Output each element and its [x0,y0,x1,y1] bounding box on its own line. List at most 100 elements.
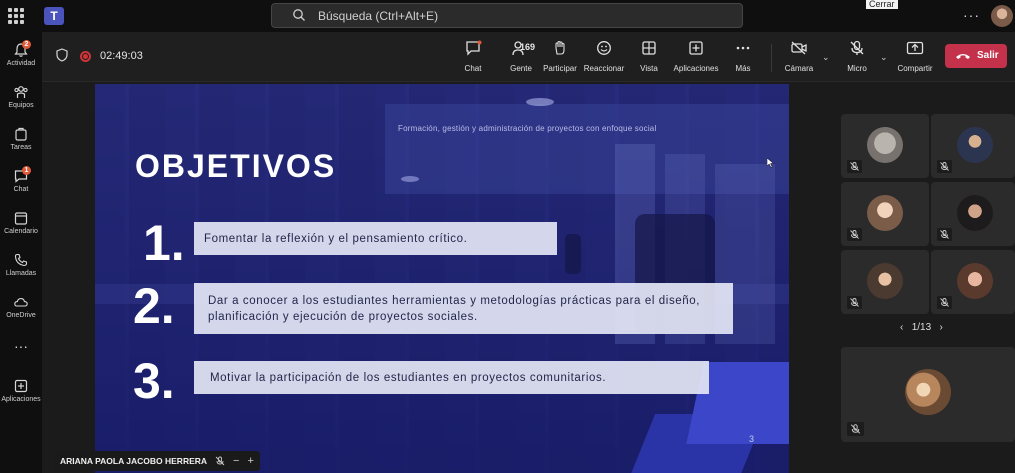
meeting-toolbar: 02:49:03 Chat 169 Gente Participar Reacc… [42,32,1015,82]
participant-tile[interactable] [931,182,1015,246]
rail-item-activity[interactable]: 2 Actividad [0,36,42,76]
objective-item: Dar a conocer a los estudiantes herramie… [194,283,733,334]
camera-off-icon [791,41,807,55]
avatar [957,263,993,299]
cloud-icon [14,298,28,307]
search-icon [293,9,305,21]
participant-tile-large[interactable] [841,347,1015,442]
leave-label: Salir [977,50,999,61]
search-placeholder: Búsqueda (Ctrl+Alt+E) [318,9,439,23]
camera-options-chevron-icon[interactable]: ⌄ [822,52,830,63]
react-button[interactable]: Reaccionar [583,40,625,78]
mic-button[interactable]: Micro [845,40,869,78]
slide-title: OBJETIVOS [135,148,337,184]
rail-item-label: Aplicaciones [1,396,41,403]
presentation-slide: Formación, gestión y administración de p… [95,84,789,473]
rail-item-label: Equipos [8,102,34,109]
objective-number: 3. [133,353,175,409]
objective-number: 2. [133,278,175,334]
rail-item-label: Tareas [10,144,32,151]
meeting-timer: 02:49:03 [100,50,143,62]
pager-prev-button[interactable]: ‹ [900,322,903,333]
mic-options-chevron-icon[interactable]: ⌄ [880,52,888,63]
chat-label: Chat [464,64,482,73]
mic-off-icon [847,160,862,173]
participant-tile[interactable] [841,114,929,178]
participant-tile[interactable] [931,250,1015,314]
shared-content-stage: Formación, gestión y administración de p… [42,82,832,473]
participant-tile[interactable] [841,250,929,314]
mic-label: Micro [847,64,867,73]
calendar-icon [14,212,28,225]
view-grid-icon [642,41,656,55]
avatar [867,195,903,231]
pager-label: 1/13 [911,322,932,333]
chat-icon [466,40,482,56]
mic-off-icon [847,422,864,436]
zoom-in-button[interactable]: + [247,455,253,467]
view-button[interactable]: Vista [637,40,661,78]
rail-item-apps[interactable]: Aplicaciones [0,372,42,412]
avatar [957,195,993,231]
presenter-name: ARIANA PAOLA JACOBO HERRERA [60,456,208,466]
hand-icon [555,40,565,55]
avatar[interactable] [991,5,1013,27]
avatar [867,127,903,163]
more-label: Más [735,64,751,73]
share-icon [906,41,924,55]
rail-item-label: Actividad [6,60,36,67]
shield-icon[interactable] [56,48,68,62]
rail-item-label: Calendario [4,228,38,235]
left-rail: 2 Actividad Equipos Tareas 1 Chat Calend… [0,32,42,473]
view-label: Vista [640,64,658,73]
camera-label: Cámara [784,64,814,73]
participant-pager: ‹ 1/13 › [900,322,943,333]
objective-number: 1. [143,215,185,271]
slide-subtitle: Formación, gestión y administración de p… [398,124,657,133]
more-apps-icon[interactable]: ··· [0,338,42,354]
leave-button[interactable]: Salir [945,44,1007,68]
objective-text: Dar a conocer a los estudiantes herramie… [208,294,701,323]
participant-tile[interactable] [841,182,929,246]
raise-hand-label: Participar [543,64,577,73]
participant-tile[interactable] [931,114,1015,178]
mic-off-icon [850,40,864,55]
rail-item-label: Chat [13,186,29,193]
rail-item-onedrive[interactable]: OneDrive [0,288,42,328]
share-button[interactable]: Compartir [896,40,934,78]
more-options-icon[interactable]: ··· [963,7,980,23]
mic-off-icon [847,228,862,241]
activity-badge: 2 [22,40,31,49]
slide-page-number: 3 [749,434,755,444]
zoom-out-button[interactable]: − [233,455,239,467]
presenter-name-tag: ARIANA PAOLA JACOBO HERRERA − + [54,451,260,471]
pointer-cursor-icon [767,158,775,168]
phone-icon [14,253,28,267]
apps-button[interactable]: Aplicaciones [672,40,720,78]
search-input[interactable]: Búsqueda (Ctrl+Alt+E) [271,3,743,28]
rail-item-tasks[interactable]: Tareas [0,120,42,160]
raise-hand-button[interactable]: Participar [541,40,579,78]
more-button[interactable]: Más [731,40,755,78]
add-app-icon [689,41,703,55]
rail-item-calls[interactable]: Llamadas [0,246,42,286]
objective-text: Motivar la participación de los estudian… [210,371,607,384]
camera-button[interactable]: Cámara [783,40,815,78]
rail-item-teams[interactable]: Equipos [0,78,42,118]
tasks-icon [15,127,27,141]
people-label: Gente [510,64,532,73]
app-launcher-icon[interactable] [8,8,24,24]
people-button[interactable]: 169 Gente [500,40,542,78]
mic-off-icon [937,296,952,309]
pager-next-button[interactable]: › [940,322,943,333]
avatar [867,263,903,299]
react-label: Reaccionar [583,64,625,73]
close-tooltip: Cerrar [866,0,898,9]
rail-item-calendar[interactable]: Calendario [0,204,42,244]
rail-item-label: Llamadas [5,270,37,277]
people-count: 169 [520,42,536,52]
chat-button[interactable]: Chat [460,40,486,78]
avatar [905,369,951,415]
rail-item-chat[interactable]: 1 Chat [0,162,42,202]
mic-off-icon [937,228,952,241]
